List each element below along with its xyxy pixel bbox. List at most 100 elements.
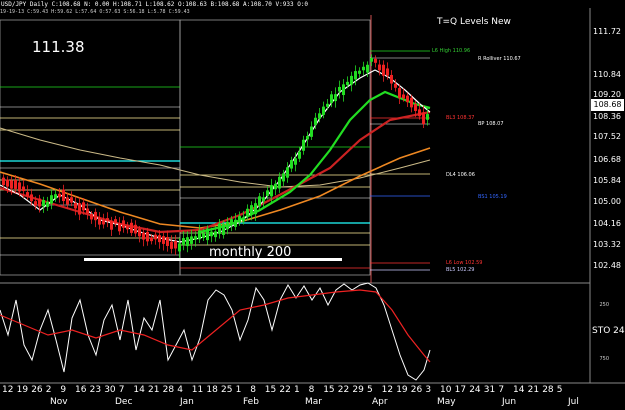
candle-body <box>110 220 113 230</box>
time-tick: 7 <box>498 385 505 395</box>
month-label: Jul <box>568 397 579 407</box>
candle-body <box>394 83 397 88</box>
current-price-marker: 108.68 <box>591 99 624 111</box>
level-label-dl4: DL4 106.06 <box>446 172 475 178</box>
time-tick: 11 <box>191 385 204 395</box>
candle-body <box>138 229 141 237</box>
time-tick: 15 <box>323 385 335 395</box>
candle-body <box>414 103 417 111</box>
candle-body <box>146 231 149 242</box>
price-tick: 111.72 <box>593 27 621 36</box>
candle-body <box>398 88 401 99</box>
time-tick: 30 <box>104 385 116 395</box>
candle-body <box>302 139 305 151</box>
candle-body <box>310 126 313 137</box>
candle-body <box>326 103 329 107</box>
system-label: T=Q Levels New <box>437 17 511 27</box>
time-tick: 2 <box>45 385 52 395</box>
time-tick: 16 <box>75 385 87 395</box>
price-tick: 103.32 <box>593 240 621 249</box>
candle-body <box>6 179 9 187</box>
candle-body <box>290 160 293 169</box>
price-tick: 102.48 <box>593 261 621 270</box>
price-tick: 109.20 <box>593 90 621 99</box>
candle-body <box>98 217 101 225</box>
price-tick: 110.84 <box>593 70 621 79</box>
osc-level-upper: 250 <box>599 302 609 308</box>
candle-body <box>350 75 353 85</box>
price-chart[interactable] <box>0 0 625 410</box>
candle-body <box>386 68 389 76</box>
price-tick: 105.84 <box>593 176 621 185</box>
candle-body <box>162 236 165 244</box>
candle-body <box>150 237 153 242</box>
candle-body <box>354 71 357 80</box>
time-tick: 29 <box>352 385 364 395</box>
candle-body <box>382 64 385 76</box>
chart-subtitle: 19-19-13 C:59.43 H:59.62 L:57.64 O:57.63… <box>0 9 190 15</box>
candle-body <box>14 180 17 189</box>
candle-body <box>122 220 125 228</box>
time-tick: 28 <box>162 385 175 395</box>
candle-body <box>366 64 369 73</box>
candle-body <box>214 231 217 238</box>
candle-body <box>206 228 209 241</box>
candle-body <box>402 94 405 99</box>
month-label: Jan <box>180 397 194 407</box>
candle-body <box>134 224 137 234</box>
month-label: Feb <box>243 397 259 407</box>
time-tick: 5 <box>556 385 563 395</box>
time-tick: 12 <box>2 385 14 395</box>
level-label-bp: BP 108.07 <box>478 121 504 127</box>
candle-body <box>222 223 225 235</box>
time-tick: 23 <box>89 385 102 395</box>
month-label: Dec <box>115 397 133 407</box>
candle-body <box>306 135 309 140</box>
candle-body <box>30 194 33 202</box>
candle-body <box>114 219 117 224</box>
current-price-label: 111.38 <box>32 38 85 56</box>
candle-body <box>346 81 349 86</box>
candle-body <box>314 117 317 125</box>
price-tick: 108.36 <box>593 112 621 121</box>
candle-body <box>334 94 337 102</box>
time-tick: 1 <box>294 385 300 395</box>
candle-body <box>62 189 65 202</box>
price-tick: 106.68 <box>593 155 621 164</box>
candle-body <box>182 238 185 246</box>
candle-body <box>418 109 421 117</box>
candle-body <box>70 197 73 203</box>
candle-body <box>58 193 61 198</box>
candle-body <box>298 151 301 159</box>
candle-body <box>106 218 109 222</box>
candle-body <box>390 74 393 84</box>
time-tick: 24 <box>469 385 481 395</box>
candle-body <box>358 70 361 74</box>
month-label: Nov <box>50 397 68 407</box>
chart-title: USD/JPY Daily C:108.68 N: 0.00 H:108.71 … <box>1 1 309 8</box>
time-tick: 26 <box>31 385 43 395</box>
time-tick: 19 <box>16 385 29 395</box>
candle-body <box>178 243 181 252</box>
level-label-bl3: BL3 108.37 <box>446 115 475 121</box>
level-label-high: L6 High 110.96 <box>432 48 471 54</box>
candle-body <box>426 114 429 120</box>
time-tick: 14 <box>133 385 145 395</box>
candle-body <box>238 216 241 223</box>
candle-body <box>130 222 133 233</box>
candle-body <box>422 112 425 125</box>
level-label-bl5: BL5 102.29 <box>446 267 475 273</box>
candle-body <box>202 233 205 238</box>
candle-body <box>250 205 253 215</box>
candle-body <box>38 198 41 207</box>
time-tick: 17 <box>454 385 467 395</box>
time-tick: 21 <box>527 385 540 395</box>
time-tick: 10 <box>440 385 452 395</box>
candle-body <box>274 183 277 190</box>
time-tick: 1 <box>235 385 242 395</box>
chart-header: USD/JPY Daily C:108.68 N: 0.00 H:108.71 … <box>0 1 309 15</box>
time-tick: 26 <box>410 385 423 395</box>
candle-body <box>242 217 245 222</box>
level-label-rolliver: R Rolliver 110.67 <box>478 56 521 62</box>
candle-body <box>218 223 221 234</box>
